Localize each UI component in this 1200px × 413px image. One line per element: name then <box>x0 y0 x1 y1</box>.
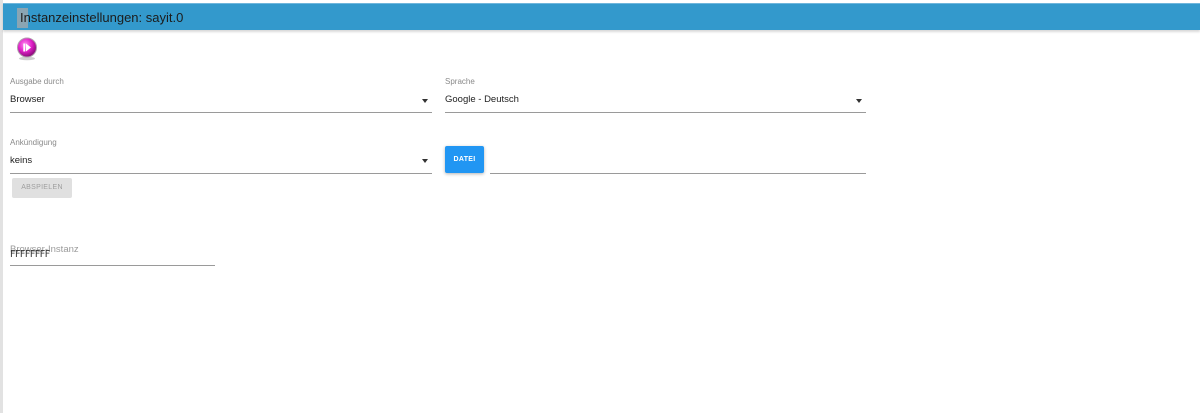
sayit-play-logo-icon <box>15 37 39 61</box>
announcement-underline <box>10 173 432 174</box>
browser-instance-underline <box>10 265 215 266</box>
window-left-border <box>0 0 3 413</box>
language-underline <box>445 112 866 113</box>
chevron-down-icon[interactable] <box>856 99 862 103</box>
announcement-select[interactable]: Ankündigung keins <box>10 138 432 175</box>
announcement-label: Ankündigung <box>10 138 57 147</box>
browser-instance-input[interactable]: Browser-Instanz FFFFFFFF <box>10 240 215 266</box>
output-select[interactable]: Ausgabe durch Browser <box>10 77 432 114</box>
play-button[interactable]: ABSPIELEN <box>12 178 72 198</box>
language-label: Sprache <box>445 77 475 86</box>
chevron-down-icon[interactable] <box>422 159 428 163</box>
output-label: Ausgabe durch <box>10 77 64 86</box>
dialog-title-bar: Instanzeinstellungen: sayit.0 <box>3 3 1200 30</box>
language-select[interactable]: Sprache Google - Deutsch <box>445 77 866 114</box>
chevron-down-icon[interactable] <box>422 99 428 103</box>
dialog-title: Instanzeinstellungen: sayit.0 <box>20 10 184 25</box>
output-underline <box>10 112 432 113</box>
file-upload-button[interactable]: DATEI <box>445 146 484 173</box>
language-value: Google - Deutsch <box>445 94 519 105</box>
output-value: Browser <box>10 94 45 105</box>
file-input-underline[interactable] <box>490 173 866 174</box>
browser-instance-value: FFFFFFFF <box>10 249 50 260</box>
announcement-value: keins <box>10 155 33 166</box>
